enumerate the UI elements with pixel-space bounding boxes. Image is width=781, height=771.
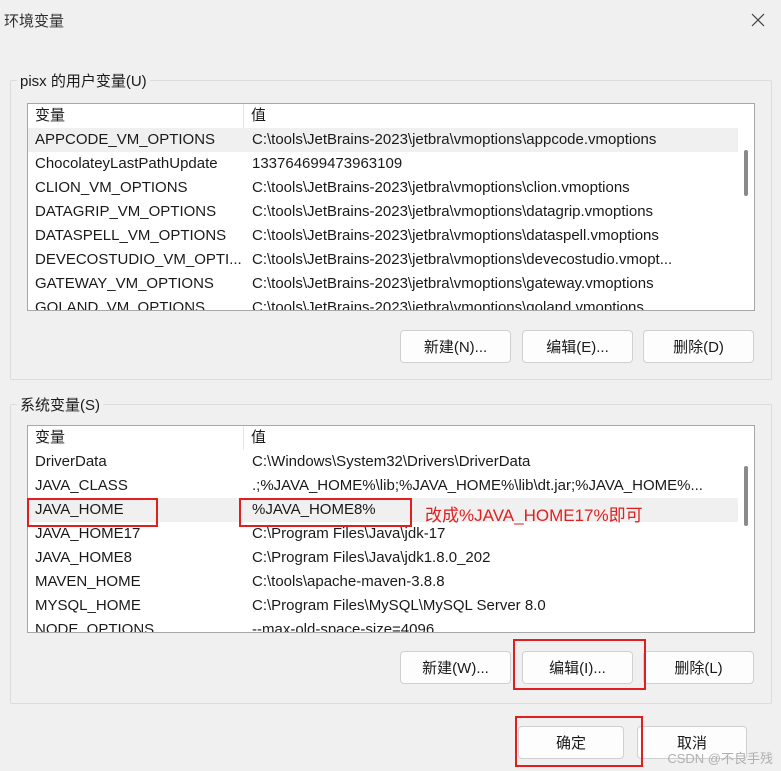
user-variables-label: pisx 的用户变量(U) — [17, 70, 150, 91]
variable-name: ChocolateyLastPathUpdate — [35, 155, 218, 172]
list-header: 变量 值 — [28, 104, 754, 128]
close-icon — [751, 13, 765, 27]
close-button[interactable] — [735, 0, 781, 40]
table-row[interactable]: DATAGRIP_VM_OPTIONS C:\tools\JetBrains-2… — [28, 200, 754, 224]
variable-name: DriverData — [35, 453, 107, 470]
variable-name: DATASPELL_VM_OPTIONS — [35, 227, 227, 244]
table-row[interactable]: DEVECOSTUDIO_VM_OPTI... C:\tools\JetBrai… — [28, 248, 754, 272]
table-row[interactable]: ChocolateyLastPathUpdate 133764699473963… — [28, 152, 754, 176]
table-row[interactable]: CLION_VM_OPTIONS C:\tools\JetBrains-2023… — [28, 176, 754, 200]
variable-name: GATEWAY_VM_OPTIONS — [35, 275, 214, 292]
table-row[interactable]: MYSQL_HOME C:\Program Files\MySQL\MySQL … — [28, 594, 754, 618]
variable-name: JAVA_CLASS — [35, 477, 128, 494]
system-variables-list[interactable]: 变量 值 DriverData C:\Windows\System32\Driv… — [27, 425, 755, 633]
variable-value: C:\tools\JetBrains-2023\jetbra\vmoptions… — [252, 251, 673, 268]
variable-value: C:\Windows\System32\Drivers\DriverData — [252, 453, 531, 470]
system-delete-button[interactable]: 删除(L) — [643, 651, 754, 684]
system-variables-group: 系统变量(S) 变量 值 DriverData C:\Windows\Syste… — [10, 394, 772, 704]
watermark: CSDN @不良手残 — [667, 751, 773, 766]
table-row[interactable]: JAVA_CLASS .;%JAVA_HOME%\lib;%JAVA_HOME%… — [28, 474, 754, 498]
column-header-value[interactable]: 值 — [244, 426, 754, 450]
variable-value: C:\tools\JetBrains-2023\jetbra\vmoptions… — [252, 227, 659, 244]
variable-value: C:\Program Files\Java\jdk1.8.0_202 — [252, 549, 491, 566]
variable-name: DATAGRIP_VM_OPTIONS — [35, 203, 217, 220]
variable-value: C:\tools\JetBrains-2023\jetbra\vmoptions… — [252, 299, 644, 311]
variable-value: --max-old-space-size=4096 — [252, 621, 435, 633]
variable-name: APPCODE_VM_OPTIONS — [35, 131, 216, 148]
user-edit-button[interactable]: 编辑(E)... — [522, 330, 633, 363]
system-list-scrollbar[interactable] — [738, 426, 754, 632]
user-list-scrollbar[interactable] — [738, 104, 754, 310]
variable-value: C:\tools\JetBrains-2023\jetbra\vmoptions… — [252, 179, 630, 196]
column-header-name[interactable]: 变量 — [28, 426, 244, 450]
variable-name: GOLAND_VM_OPTIONS — [35, 299, 206, 311]
table-row[interactable]: DriverData C:\Windows\System32\Drivers\D… — [28, 450, 754, 474]
list-header: 变量 值 — [28, 426, 754, 450]
variable-value: .;%JAVA_HOME%\lib;%JAVA_HOME%\lib\dt.jar… — [252, 477, 703, 494]
variable-name: MAVEN_HOME — [35, 573, 141, 590]
table-row[interactable]: GOLAND_VM_OPTIONS C:\tools\JetBrains-202… — [28, 296, 754, 311]
variable-name: DEVECOSTUDIO_VM_OPTI... — [35, 251, 242, 268]
column-header-name[interactable]: 变量 — [28, 104, 244, 128]
title-bar: 环境变量 — [0, 0, 781, 40]
table-row[interactable]: APPCODE_VM_OPTIONS C:\tools\JetBrains-20… — [28, 128, 754, 152]
window-title: 环境变量 — [4, 13, 65, 30]
table-row[interactable]: JAVA_HOME %JAVA_HOME8% — [28, 498, 754, 522]
system-variables-label: 系统变量(S) — [17, 394, 103, 415]
system-edit-button[interactable]: 编辑(I)... — [522, 651, 633, 684]
user-delete-button[interactable]: 删除(D) — [643, 330, 754, 363]
variable-value: C:\Program Files\MySQL\MySQL Server 8.0 — [252, 597, 546, 614]
variable-value: 133764699473963109 — [252, 155, 403, 172]
variable-name: NODE_OPTIONS — [35, 621, 155, 633]
variable-value: C:\tools\JetBrains-2023\jetbra\vmoptions… — [252, 203, 654, 220]
table-row[interactable]: DATASPELL_VM_OPTIONS C:\tools\JetBrains-… — [28, 224, 754, 248]
variable-name: JAVA_HOME8 — [35, 549, 132, 566]
scrollbar-thumb[interactable] — [744, 150, 748, 196]
variable-value: C:\tools\apache-maven-3.8.8 — [252, 573, 445, 590]
scrollbar-thumb[interactable] — [744, 466, 748, 526]
table-row[interactable]: NODE_OPTIONS --max-old-space-size=4096 — [28, 618, 754, 633]
variable-value: C:\tools\JetBrains-2023\jetbra\vmoptions… — [252, 275, 654, 292]
column-header-value[interactable]: 值 — [244, 104, 754, 128]
variable-name: JAVA_HOME — [35, 501, 124, 518]
table-row[interactable]: JAVA_HOME8 C:\Program Files\Java\jdk1.8.… — [28, 546, 754, 570]
user-variables-group: pisx 的用户变量(U) 变量 值 APPCODE_VM_OPTIONS C:… — [10, 70, 772, 380]
user-variables-list[interactable]: 变量 值 APPCODE_VM_OPTIONS C:\tools\JetBrai… — [27, 103, 755, 311]
table-row[interactable]: GATEWAY_VM_OPTIONS C:\tools\JetBrains-20… — [28, 272, 754, 296]
annotation-note: 改成%JAVA_HOME17%即可 — [425, 506, 643, 525]
variable-value: C:\tools\JetBrains-2023\jetbra\vmoptions… — [252, 131, 657, 148]
variable-name: JAVA_HOME17 — [35, 525, 141, 542]
user-new-button[interactable]: 新建(N)... — [400, 330, 511, 363]
variable-name: MYSQL_HOME — [35, 597, 141, 614]
system-new-button[interactable]: 新建(W)... — [400, 651, 511, 684]
table-row[interactable]: JAVA_HOME17 C:\Program Files\Java\jdk-17 — [28, 522, 754, 546]
ok-button[interactable]: 确定 — [518, 726, 624, 759]
table-row[interactable]: MAVEN_HOME C:\tools\apache-maven-3.8.8 — [28, 570, 754, 594]
variable-name: CLION_VM_OPTIONS — [35, 179, 188, 196]
